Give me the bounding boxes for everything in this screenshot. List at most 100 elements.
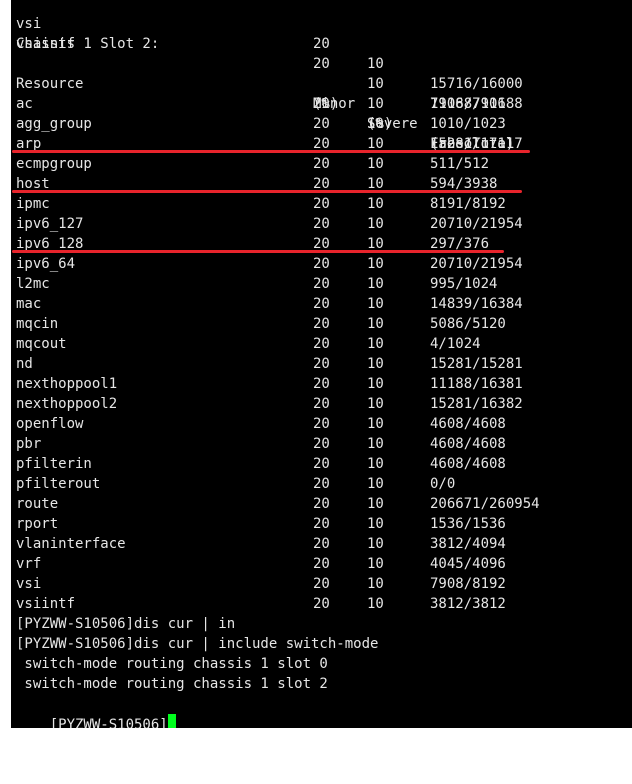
resource-name: ipv6_127	[16, 216, 84, 232]
minor-value: 20	[313, 116, 330, 132]
free-total-value: 20710/21954	[430, 256, 523, 272]
resource-name: rport	[16, 516, 59, 532]
minor-value: 20	[313, 556, 330, 572]
minor-value: 20	[313, 436, 330, 452]
severe-value: 10	[367, 76, 384, 92]
resource-name: mac	[16, 296, 42, 312]
minor-value: 20	[313, 596, 330, 612]
minor-value: 20	[313, 316, 330, 332]
resource-name: vsiintf	[16, 596, 76, 612]
severe-value: 10	[367, 116, 384, 132]
resource-name: ecmpgroup	[16, 156, 92, 172]
severe-value: 10	[367, 416, 384, 432]
free-total-value: 206671/260954	[430, 496, 540, 512]
resource-name: nd	[16, 356, 33, 372]
minor-value: 20	[313, 516, 330, 532]
resource-name: vrf	[16, 556, 42, 572]
free-total-value: 20710/21954	[430, 216, 523, 232]
free-total-value: 4/1024	[430, 336, 481, 352]
free-total-value: 4608/4608	[430, 416, 506, 432]
free-total-value: 1010/1023	[430, 116, 506, 132]
resource-name: l2mc	[16, 276, 50, 292]
minor-value: 20	[313, 456, 330, 472]
minor-value: 20	[313, 276, 330, 292]
minor-value: 20	[313, 36, 330, 52]
resource-name: vlaninterface	[16, 536, 126, 552]
severe-value: 10	[367, 516, 384, 532]
console-line: switch-mode routing chassis 1 slot 0	[16, 656, 328, 672]
free-total-value: 4608/4608	[430, 456, 506, 472]
resource-name: ipmc	[16, 196, 50, 212]
table-row: vsi 20 10 15716/16000	[16, 0, 523, 92]
free-total-value: 11188/16381	[430, 376, 523, 392]
severe-value: 10	[367, 196, 384, 212]
severe-value: 10	[367, 336, 384, 352]
table-row: vsiintf 20 10 7906/7906	[16, 14, 506, 112]
resource-name: pbr	[16, 436, 42, 452]
minor-value: 20	[313, 536, 330, 552]
resource-name: pfilterin	[16, 456, 92, 472]
highlight-underline-arp	[12, 150, 530, 153]
free-total-value: 8191/8192	[430, 196, 506, 212]
minor-value: 20	[313, 336, 330, 352]
highlight-underline-ipv6-128	[12, 250, 504, 253]
console-line: [PYZWW-S10506]dis cur | in	[16, 616, 236, 632]
severe-value: 10	[367, 316, 384, 332]
severe-value: 10	[367, 356, 384, 372]
terminal-window[interactable]: vsi 20 10 15716/16000 vsiintf 20 10 7906…	[11, 0, 632, 728]
severe-value: 10	[367, 596, 384, 612]
resource-name: agg_group	[16, 116, 92, 132]
free-total-value: 0/0	[430, 476, 456, 492]
free-total-value: 3812/4094	[430, 536, 506, 552]
console-line: [PYZWW-S10506]dis cur | include switch-m…	[16, 636, 379, 652]
minor-value: 20	[313, 156, 330, 172]
severe-value: 10	[367, 396, 384, 412]
severe-value: 10	[367, 216, 384, 232]
text-cursor	[167, 714, 176, 728]
severe-value: 10	[367, 556, 384, 572]
resource-name: route	[16, 496, 59, 512]
resource-name: ac	[16, 96, 33, 112]
minor-value: 20	[313, 416, 330, 432]
minor-value: 20	[313, 356, 330, 372]
resource-name: nexthoppool2	[16, 396, 118, 412]
severe-value: 10	[367, 456, 384, 472]
resource-name: ipv6_64	[16, 256, 76, 272]
minor-value: 20	[313, 476, 330, 492]
free-total-value: 11188/11188	[430, 96, 523, 112]
minor-value: 20	[313, 256, 330, 272]
free-total-value: 7908/8192	[430, 576, 506, 592]
severe-value: 10	[367, 296, 384, 312]
command-prompt-line[interactable]: [PYZWW-S10506]	[16, 694, 176, 728]
resource-name: mqcin	[16, 316, 59, 332]
severe-value: 10	[367, 256, 384, 272]
resource-name: nexthoppool1	[16, 376, 118, 392]
free-total-value: 3812/3812	[430, 596, 506, 612]
console-line: switch-mode routing chassis 1 slot 2	[16, 676, 328, 692]
severe-value: 10	[367, 156, 384, 172]
minor-value: 20	[313, 196, 330, 212]
severe-value: 10	[367, 376, 384, 392]
severe-value: 10	[367, 536, 384, 552]
minor-value: 20	[313, 296, 330, 312]
free-total-value: 15281/15281	[430, 356, 523, 372]
minor-value: 20	[313, 216, 330, 232]
severe-value: 10	[367, 436, 384, 452]
minor-value: 20	[313, 56, 330, 72]
free-total-value: 5086/5120	[430, 316, 506, 332]
table-header: Resource Minor Severe Free/Total	[16, 54, 514, 152]
severe-value: 10	[367, 56, 384, 72]
command-prompt: [PYZWW-S10506]	[49, 717, 168, 728]
severe-value: 10	[367, 276, 384, 292]
severe-value: 10	[367, 496, 384, 512]
free-total-value: 511/512	[430, 156, 490, 172]
minor-value: 20	[313, 376, 330, 392]
free-total-value: 4045/4096	[430, 556, 506, 572]
minor-value: 20	[313, 96, 330, 112]
free-total-value: 1536/1536	[430, 516, 506, 532]
highlight-underline-host	[12, 190, 522, 193]
free-total-value: 4608/4608	[430, 436, 506, 452]
section-title: Chassis 1 Slot 2:	[16, 36, 160, 52]
free-total-value: 995/1024	[430, 276, 498, 292]
free-total-value: 15281/16382	[430, 396, 523, 412]
